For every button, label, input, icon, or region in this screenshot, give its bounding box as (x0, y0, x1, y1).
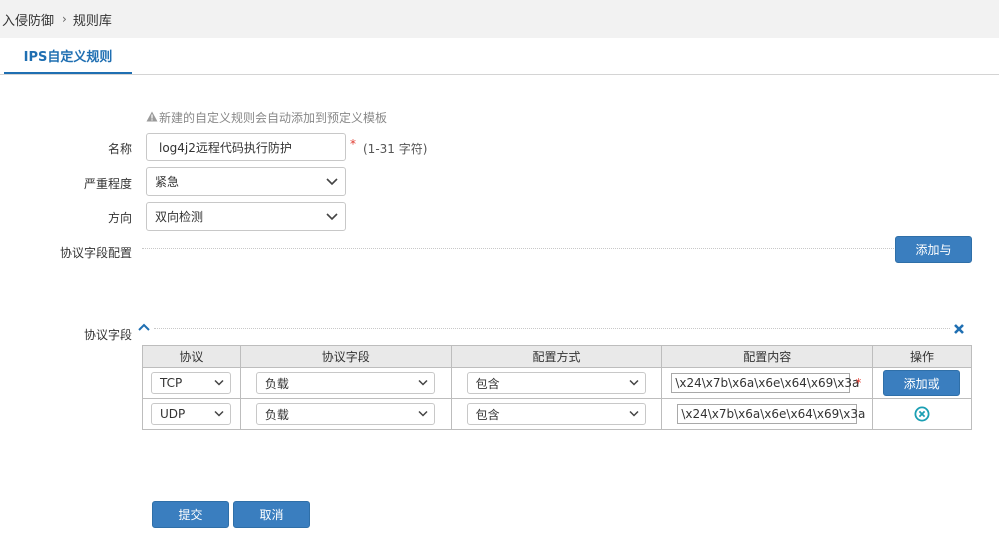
protocol-value: TCP (160, 376, 183, 390)
divider (154, 328, 950, 329)
protocol-fields-label: 协议字段 (83, 328, 132, 342)
column-header: 协议 (142, 345, 241, 368)
submit-button[interactable]: 提交 (152, 501, 229, 528)
required-mark: * (350, 137, 356, 151)
breadcrumb-current: 规则库 (72, 13, 112, 29)
chevron-down-icon (326, 177, 338, 185)
breadcrumb: 入侵防御 › 规则库 (0, 0, 999, 38)
warning-icon (146, 111, 158, 125)
direction-value: 双向检测 (155, 210, 204, 224)
table-header-row: 协议 协议字段 配置方式 配置内容 操作 (142, 345, 972, 368)
chevron-down-icon (214, 379, 224, 386)
column-header: 协议字段 (239, 345, 452, 368)
name-input[interactable]: log4j2远程代码执行防护 (146, 133, 346, 161)
close-x-icon[interactable] (953, 323, 965, 335)
direction-label: 方向 (107, 211, 132, 225)
name-hint: (1-31 字符) (363, 142, 428, 156)
content-input[interactable]: \x24\x7b\x6a\x6e\x64\x69\x3a (677, 404, 865, 424)
tab-ips-custom-rule[interactable]: IPS自定义规则 (4, 38, 132, 74)
notice-text: 新建的自定义规则会自动添加到预定义模板 (159, 111, 388, 125)
protocol-fields-table: 协议 协议字段 配置方式 配置内容 操作 TCP 负载 包含 \x24\x7b\… (142, 345, 972, 430)
severity-label: 严重程度 (83, 177, 132, 191)
severity-value: 紧急 (155, 175, 180, 189)
chevron-up-icon[interactable] (137, 322, 151, 332)
method-select[interactable]: 包含 (466, 372, 646, 394)
name-label: 名称 (107, 142, 132, 156)
breadcrumb-separator: › (62, 12, 67, 26)
required-mark: * (855, 376, 862, 390)
add-and-button[interactable]: 添加与 (895, 236, 972, 263)
chevron-down-icon (326, 212, 338, 220)
chevron-down-icon (418, 379, 428, 386)
field-select[interactable]: 负载 (255, 372, 435, 394)
tab-bar: IPS自定义规则 (0, 38, 999, 75)
method-value: 包含 (475, 407, 500, 422)
field-value: 负载 (264, 376, 289, 391)
severity-select[interactable]: 紧急 (146, 167, 346, 196)
chevron-down-icon (418, 410, 428, 417)
cancel-button[interactable]: 取消 (233, 501, 310, 528)
protocol-select[interactable]: TCP (151, 372, 231, 394)
column-header: 操作 (872, 345, 972, 368)
add-or-button[interactable]: 添加或 (883, 370, 961, 396)
protocol-select[interactable]: UDP (151, 403, 231, 425)
content-input[interactable]: \x24\x7b\x6a\x6e\x64\x69\x3a (671, 373, 859, 393)
chevron-down-icon (629, 379, 639, 386)
method-value: 包含 (475, 376, 500, 391)
protocol-config-label: 协议字段配置 (59, 246, 132, 260)
table-row: UDP 负载 包含 \x24\x7b\x6a\x6e\x64\x69\x3a (142, 398, 972, 430)
table-row: TCP 负载 包含 \x24\x7b\x6a\x6e\x64\x69\x3a *… (142, 367, 972, 399)
field-value: 负载 (264, 407, 289, 422)
chevron-down-icon (214, 410, 224, 417)
divider (142, 248, 894, 249)
column-header: 配置方式 (450, 345, 663, 368)
column-header: 配置内容 (661, 345, 874, 368)
method-select[interactable]: 包含 (466, 403, 646, 425)
breadcrumb-parent[interactable]: 入侵防御 (2, 10, 54, 29)
notice: 新建的自定义规则会自动添加到预定义模板 (146, 109, 387, 126)
direction-select[interactable]: 双向检测 (146, 202, 346, 231)
field-select[interactable]: 负载 (255, 403, 435, 425)
remove-circle-icon[interactable] (914, 406, 930, 422)
protocol-value: UDP (160, 407, 186, 421)
chevron-down-icon (629, 410, 639, 417)
